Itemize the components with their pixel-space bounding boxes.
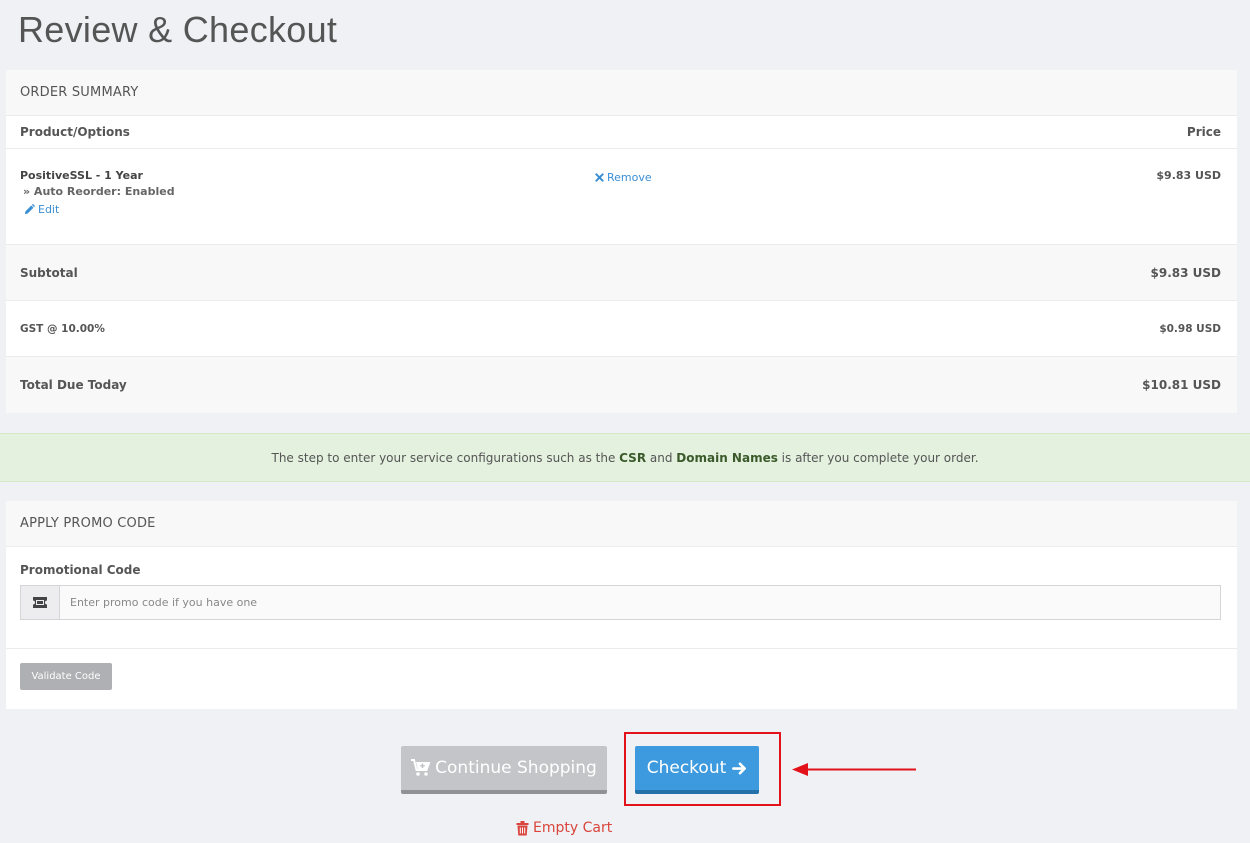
tax-row: GST @ 10.00% $0.98 USD bbox=[6, 301, 1237, 356]
trash-icon bbox=[516, 820, 529, 835]
subtotal-label: Subtotal bbox=[20, 265, 78, 280]
notice-csr: CSR bbox=[619, 450, 647, 465]
notice-domain-names: Domain Names bbox=[676, 450, 778, 465]
product-option: » Auto Reorder: Enabled bbox=[23, 185, 175, 198]
product-price: $9.83 USD bbox=[1156, 169, 1221, 182]
edit-link[interactable]: Edit bbox=[24, 203, 175, 216]
tax-label: GST @ 10.00% bbox=[20, 322, 105, 335]
validate-code-button[interactable]: Validate Code bbox=[20, 663, 112, 690]
table-header: Product/Options Price bbox=[6, 116, 1237, 149]
promo-code-input[interactable] bbox=[60, 586, 1220, 619]
column-header-price: Price bbox=[1186, 125, 1221, 139]
subtotal-row: Subtotal $9.83 USD bbox=[6, 244, 1237, 301]
product-name: PositiveSSL - 1 Year bbox=[20, 169, 143, 182]
info-notice: The step to enter your service configura… bbox=[0, 433, 1250, 482]
empty-cart-label: Empty Cart bbox=[533, 820, 613, 836]
order-summary-heading: ORDER SUMMARY bbox=[6, 70, 1237, 116]
promo-divider bbox=[6, 648, 1237, 649]
subtotal-value: $9.83 USD bbox=[1150, 265, 1221, 280]
pencil-icon bbox=[24, 204, 35, 215]
times-icon bbox=[595, 173, 604, 182]
cart-item-details: PositiveSSL - 1 Year » Auto Reorder: Ena… bbox=[20, 149, 175, 216]
pointer-arrow bbox=[792, 763, 916, 776]
cart-plus-icon bbox=[411, 759, 431, 776]
order-summary-panel: ORDER SUMMARY Product/Options Price Posi… bbox=[6, 70, 1237, 413]
notice-text-pre: The step to enter your service configura… bbox=[271, 450, 620, 465]
checkout-highlight-box bbox=[624, 732, 781, 806]
promo-input-group bbox=[20, 585, 1221, 620]
page-title: Review & Checkout bbox=[18, 9, 338, 50]
continue-shopping-label: Continue Shopping bbox=[435, 758, 597, 778]
notice-text-post: is after you complete your order. bbox=[777, 450, 979, 465]
promo-code-panel: APPLY PROMO CODE Promotional Code Valida… bbox=[6, 501, 1237, 709]
total-label: Total Due Today bbox=[20, 378, 127, 392]
tax-value: $0.98 USD bbox=[1159, 322, 1221, 335]
total-row: Total Due Today $10.81 USD bbox=[6, 356, 1237, 413]
promo-heading: APPLY PROMO CODE bbox=[6, 501, 1237, 547]
cart-item-row: PositiveSSL - 1 Year » Auto Reorder: Ena… bbox=[6, 149, 1237, 244]
promo-addon bbox=[21, 586, 60, 619]
remove-label: Remove bbox=[607, 171, 652, 184]
promo-label: Promotional Code bbox=[20, 563, 141, 577]
remove-link[interactable]: Remove bbox=[595, 171, 652, 184]
continue-shopping-button[interactable]: Continue Shopping bbox=[401, 746, 607, 794]
column-header-product: Product/Options bbox=[20, 125, 130, 139]
total-value: $10.81 USD bbox=[1142, 378, 1221, 392]
edit-label: Edit bbox=[38, 203, 60, 216]
ticket-icon bbox=[33, 597, 47, 608]
notice-text-mid: and bbox=[646, 450, 677, 465]
empty-cart-link[interactable]: Empty Cart bbox=[516, 820, 612, 836]
